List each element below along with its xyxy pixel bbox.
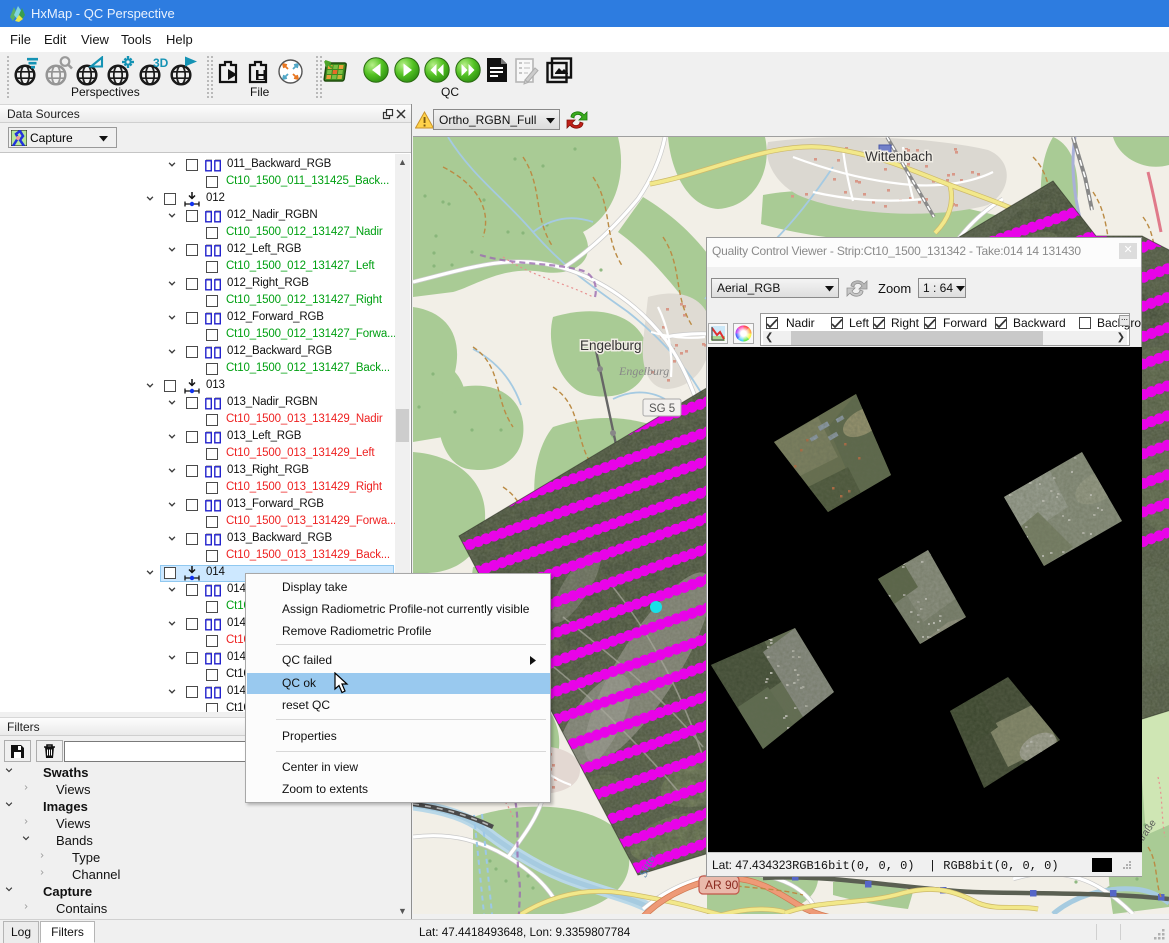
svg-text:AR 90: AR 90	[705, 878, 739, 892]
svg-text:Engelburg: Engelburg	[618, 364, 669, 378]
svg-text:Wittenbach: Wittenbach	[865, 149, 933, 164]
svg-text:3D: 3D	[153, 56, 169, 70]
svg-text:SG 5: SG 5	[649, 403, 675, 415]
svg-text:Engelburg: Engelburg	[580, 338, 642, 353]
